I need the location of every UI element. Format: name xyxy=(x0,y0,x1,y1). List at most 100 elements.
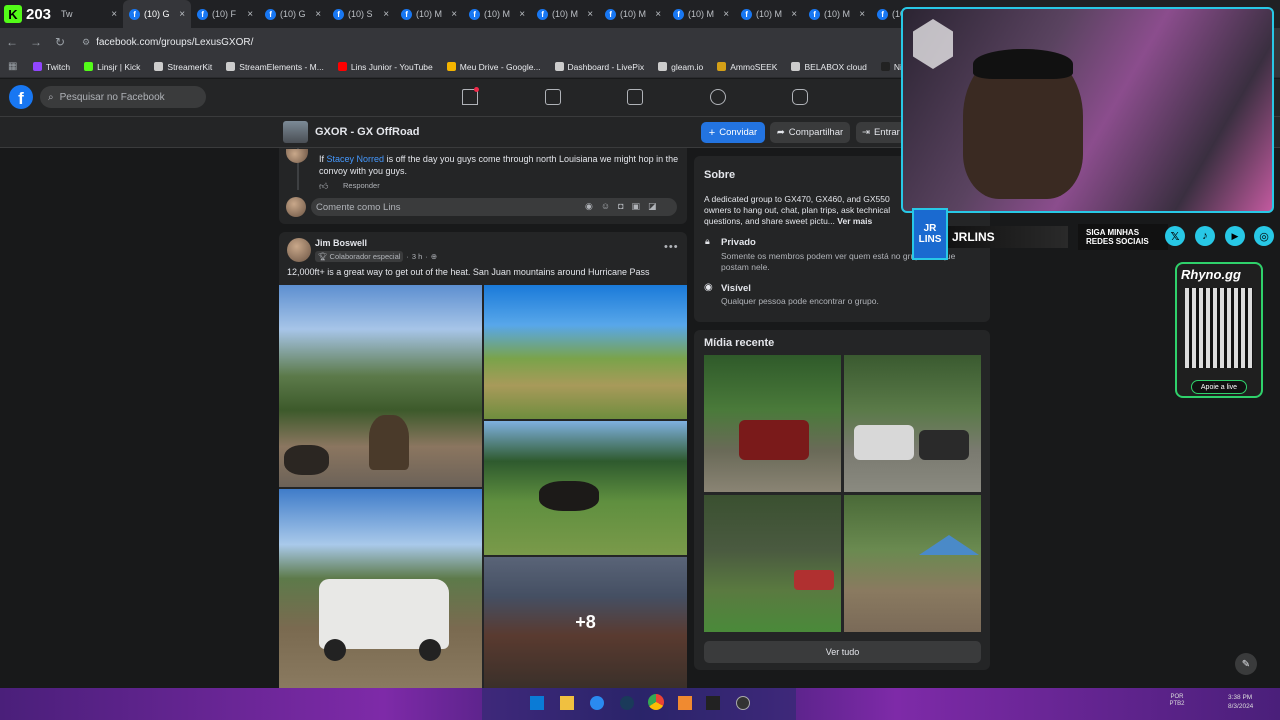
about-title: Sobre xyxy=(704,169,736,181)
apps-icon[interactable]: ▦ xyxy=(8,61,21,72)
browser-tab[interactable]: Tw × xyxy=(55,0,123,28)
cap xyxy=(973,49,1073,79)
browser-tab[interactable]: f(10) M × xyxy=(803,0,871,28)
browser-tab[interactable]: f (10) G × xyxy=(259,0,327,28)
post-menu-icon[interactable]: ••• xyxy=(664,241,679,253)
groups-icon[interactable] xyxy=(710,89,726,105)
tab-close-icon[interactable]: × xyxy=(587,9,593,20)
browser-tab[interactable]: f (10) G × xyxy=(123,0,192,28)
tab-close-icon[interactable]: × xyxy=(111,9,117,20)
tab-close-icon[interactable]: × xyxy=(315,9,321,20)
browser-tab[interactable]: f (10) F × xyxy=(191,0,259,28)
facebook-favicon-icon: f xyxy=(333,8,345,20)
facebook-favicon-icon: f xyxy=(673,8,685,20)
url-field[interactable]: ⚙ facebook.com/groups/LexusGXOR/ xyxy=(82,37,253,48)
post-photo-more[interactable]: +8 xyxy=(484,557,687,688)
start-icon[interactable] xyxy=(530,696,544,710)
tab-close-icon[interactable]: × xyxy=(791,9,797,20)
media-thumb-suv-group[interactable] xyxy=(844,355,981,492)
tab-close-icon[interactable]: × xyxy=(655,9,661,20)
media-thumb-camp-tent[interactable] xyxy=(844,495,981,632)
edge-icon[interactable] xyxy=(590,696,604,710)
browser-tab[interactable]: f(10) M × xyxy=(599,0,667,28)
gaming-icon[interactable] xyxy=(792,89,808,105)
browser-tab[interactable]: f(10) M × xyxy=(735,0,803,28)
tab-close-icon[interactable]: × xyxy=(723,9,729,20)
bookmark-item[interactable]: Meu Drive - Google... xyxy=(446,62,541,72)
public-globe-icon: ⊕ xyxy=(430,252,438,261)
bookmark-item[interactable]: Lins Junior - YouTube xyxy=(337,62,433,72)
app-icon[interactable] xyxy=(678,696,692,710)
emoji-icon[interactable]: ☺ xyxy=(601,201,610,212)
group-thumbnail[interactable] xyxy=(283,121,308,143)
chrome-icon[interactable] xyxy=(648,694,664,710)
bookmark-item[interactable]: Linsjr | Kick xyxy=(84,62,140,72)
obs-icon[interactable] xyxy=(736,696,750,710)
bookmark-item[interactable]: StreamerKit xyxy=(154,62,212,72)
tab-close-icon[interactable]: × xyxy=(383,9,389,20)
site-info-icon[interactable]: ⚙ xyxy=(82,37,90,48)
tab-close-icon[interactable]: × xyxy=(247,9,253,20)
post-author-avatar[interactable] xyxy=(287,238,311,262)
clock-date[interactable]: 8/3/2024 xyxy=(1228,703,1253,710)
facebook-favicon-icon: f xyxy=(129,8,141,20)
media-thumb-red-suv[interactable] xyxy=(704,355,841,492)
bookmark-item[interactable]: BELABOX cloud xyxy=(791,62,867,72)
browser-tab[interactable]: f (10) S × xyxy=(327,0,395,28)
tab-close-icon[interactable]: × xyxy=(179,9,185,20)
browser-tab[interactable]: f(10) M × xyxy=(395,0,463,28)
tab-close-icon[interactable]: × xyxy=(519,9,525,20)
reply-action-link[interactable]: Responder xyxy=(343,181,380,190)
reply-mention-link[interactable]: Stacey Norred xyxy=(327,154,385,164)
avatar-sticker-icon[interactable]: ◉ xyxy=(585,201,593,212)
marketplace-icon[interactable] xyxy=(627,89,643,105)
back-icon[interactable]: ← xyxy=(0,35,24,49)
bookmark-item[interactable]: gleam.io xyxy=(658,62,703,72)
gif-icon[interactable]: ▣ xyxy=(632,201,641,212)
bookmark-item[interactable]: StreamElements - M... xyxy=(226,62,324,72)
bookmark-item[interactable]: Dashboard - LivePix xyxy=(554,62,644,72)
video-icon[interactable] xyxy=(545,89,561,105)
post-time[interactable]: 3 h xyxy=(412,252,422,261)
see-all-media-button[interactable]: Ver tudo xyxy=(704,641,981,663)
reload-icon[interactable]: ↻ xyxy=(48,35,72,49)
camera-icon[interactable]: ◘ xyxy=(618,201,623,212)
sticker-icon[interactable]: ◪ xyxy=(648,201,657,212)
like-thumb-icon[interactable]: 👍︎ xyxy=(319,181,328,192)
file-explorer-icon[interactable] xyxy=(560,696,574,710)
search-icon: ⌕ xyxy=(48,91,54,103)
browser-tab[interactable]: f(10) M × xyxy=(667,0,735,28)
bookmark-favicon-icon xyxy=(33,62,42,71)
contributor-badge[interactable]: 🏆︎ Colaborador especial xyxy=(315,251,404,262)
forward-icon[interactable]: → xyxy=(24,35,48,49)
post-photo-dog-valley[interactable] xyxy=(279,285,482,487)
new-message-icon[interactable]: ✎ xyxy=(1235,653,1257,675)
terminal-icon[interactable] xyxy=(706,696,720,710)
post-photo-dog-meadow[interactable] xyxy=(484,421,687,555)
join-label: Entrar xyxy=(873,127,900,138)
join-button[interactable]: ⇥ Entrar xyxy=(856,122,906,143)
tab-close-icon[interactable]: × xyxy=(451,9,457,20)
tab-close-icon[interactable]: × xyxy=(859,9,865,20)
post-photo-alpine-trail[interactable] xyxy=(484,285,687,419)
post-author-name[interactable]: Jim Boswell xyxy=(315,238,367,248)
bookmark-item[interactable]: AmmoSEEK xyxy=(717,62,777,72)
share-button[interactable]: ➦ Compartilhar xyxy=(770,122,850,143)
social-overlay-bar: JRLINS SIGA MINHAS REDES SOCIAIS 𝕏 ♪ ▶ ◎ xyxy=(900,220,1280,254)
post-photo-white-suv[interactable] xyxy=(279,489,482,688)
clock-time[interactable]: 3:38 PM xyxy=(1228,694,1252,701)
browser-tab[interactable]: f(10) M × xyxy=(463,0,531,28)
tab-title: (10) M xyxy=(484,9,511,19)
steam-icon[interactable] xyxy=(620,696,634,710)
see-more-link[interactable]: Ver mais xyxy=(837,216,872,226)
overlay-follow-text: SIGA MINHAS REDES SOCIAIS xyxy=(1078,224,1168,250)
language-indicator[interactable]: POR PTB2 xyxy=(1165,694,1189,708)
browser-tab[interactable]: f(10) M × xyxy=(531,0,599,28)
hexagon-light-decoration xyxy=(913,19,953,69)
media-thumb-campsite[interactable] xyxy=(704,495,841,632)
facebook-search-input[interactable]: ⌕ Pesquisar no Facebook xyxy=(40,86,206,108)
facebook-logo-icon[interactable]: f xyxy=(9,85,33,109)
group-name[interactable]: GXOR - GX OffRoad xyxy=(315,126,420,138)
bookmark-item[interactable]: Twitch xyxy=(33,62,70,72)
invite-button[interactable]: + Convidar xyxy=(701,122,765,143)
